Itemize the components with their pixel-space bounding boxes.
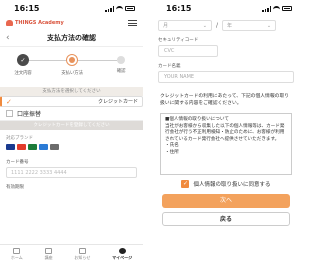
wifi-icon bbox=[116, 5, 123, 12]
card-holder-input[interactable]: YOUR NAME bbox=[158, 71, 294, 83]
tab-label: お知らせ bbox=[74, 254, 91, 260]
progress-step: 支払い方法 bbox=[57, 54, 87, 76]
progress-step: 確認 bbox=[106, 54, 136, 74]
wifi-icon bbox=[273, 5, 280, 12]
security-code-label: セキュリティコード bbox=[158, 38, 199, 43]
progress-step: ✓ 注文内容 bbox=[8, 54, 38, 76]
info-banner: クレジットカードを登録してください bbox=[0, 121, 143, 130]
tab-label: マイページ bbox=[112, 254, 133, 260]
policy-line: ・住所 bbox=[165, 149, 179, 155]
app-logo[interactable]: THINGS Academy bbox=[6, 20, 64, 26]
status-time: 16:15 bbox=[166, 4, 192, 13]
book-icon bbox=[45, 247, 53, 254]
month-value: 月 bbox=[163, 23, 169, 29]
payment-option-credit-card[interactable]: ✓ クレジットカード bbox=[0, 96, 143, 107]
status-bar: 16:15 bbox=[0, 0, 143, 17]
chevron-down-icon: ⌄ bbox=[266, 23, 272, 29]
option-label: 口座振替 bbox=[17, 111, 42, 118]
tab-book[interactable]: 講座 bbox=[44, 247, 53, 261]
battery-icon bbox=[282, 6, 292, 11]
agree-label: 個人情報の取り扱いに同意する bbox=[193, 182, 271, 188]
signal-icon bbox=[262, 5, 271, 12]
card-number-label: カード番号 bbox=[6, 160, 29, 165]
screenshot-stage: 16:15 THINGS Academy ‹ 支払方法の確認 ✓ 注文内容 支払い方… bbox=[0, 0, 300, 262]
status-icons bbox=[262, 5, 292, 12]
tab-user[interactable]: マイページ bbox=[112, 247, 133, 261]
status-time: 16:15 bbox=[14, 4, 40, 13]
signal-icon bbox=[105, 5, 114, 12]
tab-home[interactable]: ホーム bbox=[10, 247, 23, 261]
step-indicator-icon bbox=[117, 56, 125, 64]
bell-icon bbox=[78, 247, 86, 254]
amex-icon bbox=[39, 144, 48, 150]
visa-icon bbox=[6, 144, 15, 150]
radio-box-icon bbox=[6, 110, 13, 117]
policy-line: 当社がお客様から収集した以下の個人情報等は、カード発行会社が行う不正利用検知・防… bbox=[165, 123, 285, 142]
expiry-month-select[interactable]: 月 ⌄ bbox=[158, 20, 212, 31]
payment-option-bank-transfer[interactable]: 口座振替 bbox=[0, 107, 143, 121]
jcb-icon bbox=[28, 144, 37, 150]
page-title: 支払方法の確認 bbox=[47, 33, 96, 42]
diners-icon bbox=[50, 144, 59, 150]
agree-checkbox-row[interactable]: ✓ 個人情報の取り扱いに同意する bbox=[152, 180, 300, 188]
check-icon: ✓ bbox=[6, 97, 12, 106]
logo-text: THINGS Academy bbox=[15, 20, 64, 26]
security-code-input[interactable]: CVC bbox=[158, 45, 218, 57]
privacy-policy-box[interactable]: ■個人情報の取り扱いについて 当社がお客様から収集した以下の個人情報等は、カード発… bbox=[160, 113, 292, 175]
section-header: 支払方法を選択してください bbox=[0, 87, 143, 96]
option-label: クレジットカード bbox=[97, 98, 138, 105]
date-separator: / bbox=[216, 22, 219, 29]
back-button[interactable]: 戻る bbox=[162, 212, 290, 226]
card-brand-list bbox=[0, 141, 143, 153]
hamburger-menu-icon[interactable] bbox=[128, 20, 137, 26]
user-icon bbox=[118, 247, 126, 254]
tab-label: 講座 bbox=[44, 254, 53, 260]
step-label: 注文内容 bbox=[14, 71, 32, 76]
privacy-notice: クレジットカードの利用にあたって、下記の個人情報の取り扱いに関する内容をご確認く… bbox=[160, 94, 290, 106]
tab-bell[interactable]: お知らせ bbox=[74, 247, 91, 261]
phone-left-screen: 16:15 THINGS Academy ‹ 支払方法の確認 ✓ 注文内容 支払い方… bbox=[0, 0, 143, 262]
card-number-input[interactable]: 1111 2222 3333 4444 bbox=[6, 167, 137, 178]
step-indicator-icon: ✓ bbox=[17, 54, 29, 66]
card-holder-label: カード名義 bbox=[158, 64, 181, 69]
back-chevron-icon[interactable]: ‹ bbox=[6, 33, 16, 43]
app-header: THINGS Academy bbox=[0, 17, 143, 29]
status-bar: 16:15 bbox=[152, 0, 300, 17]
logo-mark-icon bbox=[6, 20, 13, 26]
bottom-tab-bar: ホーム 講座 お知らせ マイページ bbox=[0, 244, 143, 262]
next-button[interactable]: 次へ bbox=[162, 194, 290, 208]
tab-label: ホーム bbox=[10, 254, 23, 260]
chevron-down-icon: ⌄ bbox=[202, 23, 207, 29]
checkbox-checked-icon[interactable]: ✓ bbox=[181, 180, 190, 188]
expiry-label: 有効期限 bbox=[6, 185, 24, 190]
year-value: 年 bbox=[227, 23, 233, 29]
progress-steps: ✓ 注文内容 支払い方法 確認 bbox=[0, 51, 143, 87]
step-label: 確認 bbox=[116, 69, 126, 74]
step-indicator-icon bbox=[66, 54, 78, 66]
status-icons bbox=[105, 5, 135, 12]
mastercard-icon bbox=[17, 144, 26, 150]
step-label: 支払い方法 bbox=[61, 71, 83, 76]
battery-icon bbox=[125, 6, 135, 11]
page-title-bar: ‹ 支払方法の確認 bbox=[0, 29, 143, 47]
phone-right-screen: 16:15 月 ⌄ / 年 ⌄ セキュリティコード CVC カード名義 YOUR… bbox=[152, 0, 300, 262]
expiry-row: 月 ⌄ / 年 ⌄ bbox=[152, 20, 300, 31]
expiry-year-select[interactable]: 年 ⌄ bbox=[222, 20, 277, 31]
home-icon bbox=[13, 247, 21, 254]
